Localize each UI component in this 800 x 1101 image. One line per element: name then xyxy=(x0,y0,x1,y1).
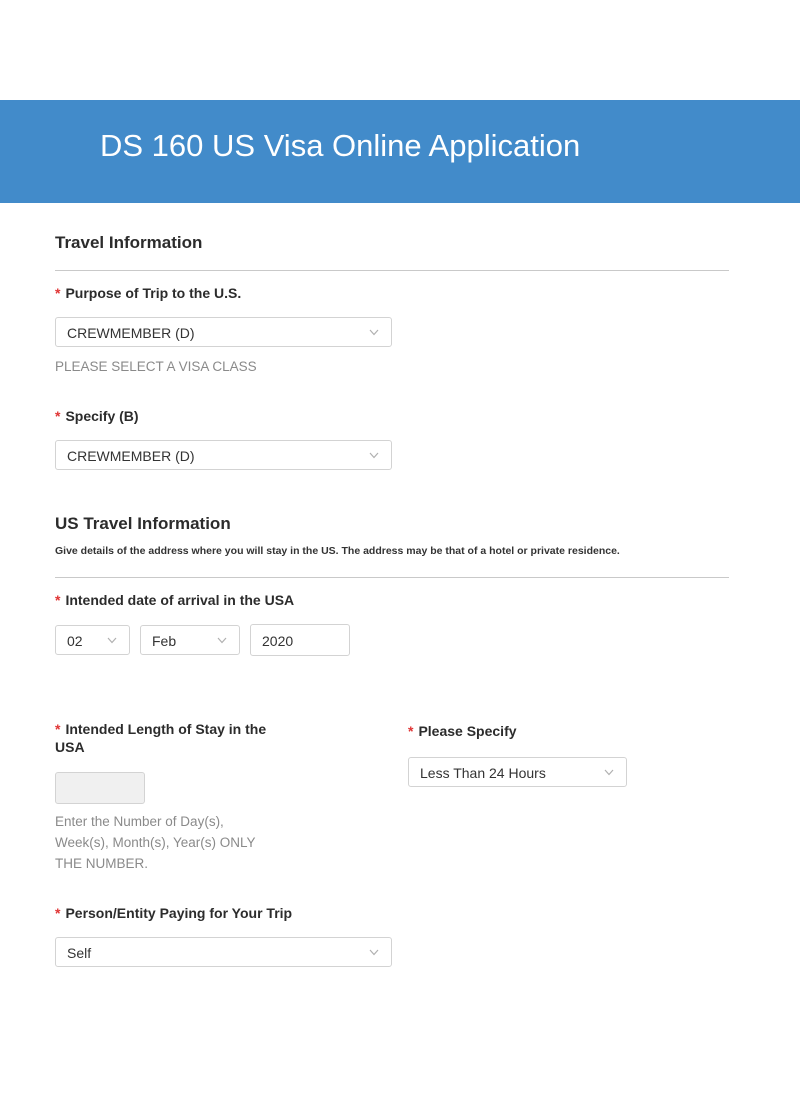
arrival-year-input[interactable]: 2020 xyxy=(250,624,350,656)
required-marker: * xyxy=(55,408,61,424)
arrival-month-select[interactable]: Feb xyxy=(140,625,240,655)
page-header: DS 160 US Visa Online Application xyxy=(0,100,800,203)
specify-label: * Specify (B) xyxy=(55,408,139,424)
divider xyxy=(55,577,729,578)
select-value: Feb xyxy=(152,633,177,649)
purpose-of-trip-select[interactable]: CREWMEMBER (D) xyxy=(55,317,392,347)
required-marker: * xyxy=(55,285,61,301)
please-specify-label: * Please Specify xyxy=(408,723,517,739)
select-value: 02 xyxy=(67,633,83,649)
page-title: DS 160 US Visa Online Application xyxy=(100,128,581,163)
divider xyxy=(55,270,729,271)
select-value: CREWMEMBER (D) xyxy=(67,448,195,464)
required-marker: * xyxy=(55,592,61,608)
please-specify-select[interactable]: Less Than 24 Hours xyxy=(408,757,627,787)
select-value: CREWMEMBER (D) xyxy=(67,325,195,341)
length-of-stay-input[interactable] xyxy=(55,772,145,804)
arrival-date-label: * Intended date of arrival in the USA xyxy=(55,592,295,608)
purpose-help-text: PLEASE SELECT A VISA CLASS xyxy=(55,359,257,374)
select-value: Less Than 24 Hours xyxy=(420,765,546,781)
required-marker: * xyxy=(55,721,61,737)
chevron-down-icon xyxy=(369,329,379,336)
select-value: Self xyxy=(67,945,92,961)
chevron-down-icon xyxy=(604,769,614,776)
paying-entity-select[interactable]: Self xyxy=(55,937,392,967)
section-subtitle: Give details of the address where you wi… xyxy=(55,545,620,557)
chevron-down-icon xyxy=(369,949,379,956)
required-marker: * xyxy=(55,905,61,921)
length-help-text: Enter the Number of Day(s), Week(s), Mon… xyxy=(55,814,256,871)
specify-select[interactable]: CREWMEMBER (D) xyxy=(55,440,392,470)
chevron-down-icon xyxy=(217,637,227,644)
section-title-us-travel-information: US Travel Information xyxy=(55,514,231,533)
arrival-day-select[interactable]: 02 xyxy=(55,625,130,655)
required-marker: * xyxy=(408,723,414,739)
chevron-down-icon xyxy=(369,452,379,459)
paying-entity-label: * Person/Entity Paying for Your Trip xyxy=(55,905,293,921)
length-of-stay-label: * Intended Length of Stay in the USA xyxy=(55,721,267,755)
section-title-travel-information: Travel Information xyxy=(55,233,203,252)
purpose-of-trip-label: * Purpose of Trip to the U.S. xyxy=(55,285,242,301)
chevron-down-icon xyxy=(107,637,117,644)
input-value: 2020 xyxy=(262,633,294,649)
